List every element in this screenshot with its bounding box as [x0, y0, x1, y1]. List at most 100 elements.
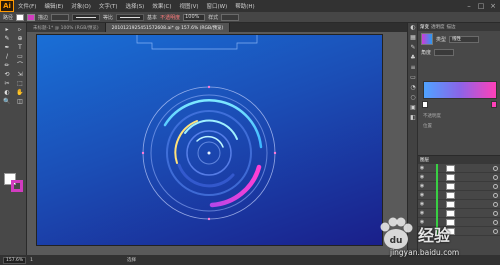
- zoom-tool-icon[interactable]: 🔍: [1, 98, 13, 106]
- gradient-thumbnail[interactable]: [421, 33, 433, 45]
- line-tool-icon[interactable]: /: [1, 53, 13, 61]
- close-icon[interactable]: ×: [488, 1, 498, 11]
- menu-file[interactable]: 文件(F): [14, 2, 40, 10]
- target-icon[interactable]: [493, 183, 498, 189]
- target-icon[interactable]: [493, 165, 498, 171]
- magic-wand-tool-icon[interactable]: ✎: [1, 35, 13, 43]
- canvas-workspace[interactable]: [27, 32, 407, 255]
- menu-select[interactable]: 选择(S): [122, 2, 149, 10]
- brushes-panel-icon[interactable]: ✎: [408, 43, 418, 53]
- tab-document-2[interactable]: 2010121925451572608.ai* @ 157.6% (RGB/预览…: [105, 23, 231, 32]
- blob-brush-tool-icon[interactable]: ⌒: [14, 62, 26, 70]
- tool-grid: ▸ ▹ ✎ ⊕ ✒ T / ▭ ✏ ⌒ ⟲ ⇲ ✂ ⬚ ◐ ✋ 🔍 ◫: [0, 23, 26, 109]
- target-icon[interactable]: [493, 192, 498, 198]
- rotate-tool-icon[interactable]: ⟲: [1, 71, 13, 79]
- fill-stroke-control[interactable]: [4, 173, 24, 193]
- gradient-tool-icon[interactable]: ◐: [1, 89, 13, 97]
- scale-tool-icon[interactable]: ⇲: [14, 71, 26, 79]
- layer-row[interactable]: ◉: [418, 172, 500, 182]
- watermark-url: jingyan.baidu.com: [390, 248, 460, 257]
- menu-effect[interactable]: 效果(C): [148, 2, 175, 10]
- gradient-panel-tabs: 渐变 透明度 描边: [418, 23, 500, 31]
- color-panel-icon[interactable]: ◐: [408, 23, 418, 33]
- eye-icon[interactable]: ◉: [418, 201, 426, 207]
- gradient-panel-icon[interactable]: ▭: [408, 73, 418, 83]
- pen-tool-icon[interactable]: ✒: [1, 44, 13, 52]
- menu-edit[interactable]: 编辑(E): [40, 2, 67, 10]
- selection-tool-icon[interactable]: ▸: [1, 26, 13, 34]
- graphic-styles-panel-icon[interactable]: ▣: [408, 103, 418, 113]
- type-tool-icon[interactable]: T: [14, 44, 26, 52]
- hand-tool-icon[interactable]: ✋: [14, 89, 26, 97]
- anchor-point[interactable]: [141, 151, 145, 155]
- maximize-icon[interactable]: □: [476, 1, 486, 11]
- target-icon[interactable]: [493, 201, 498, 207]
- gradient-angle-input[interactable]: [434, 49, 455, 56]
- rectangle-tool-icon[interactable]: ▭: [14, 53, 26, 61]
- swatches-panel-icon[interactable]: ▦: [408, 33, 418, 43]
- symbol-tool-icon[interactable]: ◫: [14, 98, 26, 106]
- artboard[interactable]: [37, 35, 382, 245]
- tab-document-1[interactable]: 未标题-1* @ 100% (RGB/预览): [27, 23, 106, 32]
- document-tab-bar: 未标题-1* @ 100% (RGB/预览) 20101219254515726…: [27, 23, 407, 32]
- center-dot[interactable]: [207, 151, 211, 155]
- gradient-stop-end[interactable]: [491, 101, 497, 108]
- guide-shape: [136, 35, 258, 50]
- symbols-panel-icon[interactable]: ♣: [408, 53, 418, 63]
- scissors-tool-icon[interactable]: ✂: [1, 80, 13, 88]
- opacity-input[interactable]: 100%: [183, 13, 206, 21]
- layer-row[interactable]: ◉: [418, 181, 500, 191]
- yellow-arc[interactable]: [174, 120, 198, 164]
- svg-text:du: du: [390, 236, 403, 246]
- tab-gradient[interactable]: 渐变: [420, 24, 429, 30]
- anchor-point[interactable]: [207, 85, 211, 89]
- menu-view[interactable]: 视图(V): [175, 2, 202, 10]
- tab-stroke[interactable]: 描边: [447, 24, 456, 30]
- stroke-swatch[interactable]: [27, 13, 36, 21]
- control-bar: 路径 描边 等比 基本 不透明度 100% 样式: [0, 12, 500, 23]
- gradient-type-row: 类型 线性: [418, 31, 500, 47]
- appearance-panel-icon[interactable]: ○: [408, 93, 418, 103]
- tab-layers[interactable]: 图层: [420, 157, 429, 163]
- gradient-slider[interactable]: [423, 81, 497, 99]
- page-number[interactable]: 1: [30, 258, 33, 263]
- pencil-tool-icon[interactable]: ✏: [1, 62, 13, 70]
- minimize-icon[interactable]: –: [464, 1, 474, 11]
- layer-thumbnail: [446, 191, 455, 199]
- menu-object[interactable]: 对象(O): [67, 2, 95, 10]
- stroke-color-box[interactable]: [11, 180, 23, 192]
- eye-icon[interactable]: ◉: [418, 192, 426, 198]
- stroke-weight-select[interactable]: [51, 13, 70, 21]
- gradient-opacity-label: 不透明度: [423, 114, 441, 119]
- gradient-type-select[interactable]: 线性: [449, 35, 480, 43]
- eye-icon[interactable]: ◉: [418, 174, 426, 180]
- target-icon[interactable]: [493, 174, 498, 180]
- anchor-point[interactable]: [207, 217, 211, 221]
- transparency-panel-icon[interactable]: ◔: [408, 83, 418, 93]
- stroke-label: 描边: [38, 14, 49, 21]
- stroke-profile-preview[interactable]: [72, 13, 101, 21]
- layer-row[interactable]: ◉: [418, 190, 500, 200]
- eye-icon[interactable]: ◉: [418, 165, 426, 171]
- gradient-stop-start[interactable]: [422, 101, 428, 108]
- layer-row[interactable]: ◉: [418, 199, 500, 209]
- brush-preview[interactable]: [116, 13, 145, 21]
- fill-swatch[interactable]: [16, 13, 25, 21]
- zoom-level[interactable]: 157.6%: [3, 256, 27, 264]
- menu-help[interactable]: 帮助(H): [231, 2, 258, 10]
- layers-panel-icon[interactable]: ◧: [408, 113, 418, 123]
- style-select[interactable]: [221, 13, 240, 21]
- stroke-panel-icon[interactable]: ≡: [408, 63, 418, 73]
- direct-selection-tool-icon[interactable]: ▹: [14, 26, 26, 34]
- brush-label: 基本: [147, 14, 158, 21]
- app-logo: Ai: [0, 0, 14, 12]
- tab-transparency[interactable]: 透明度: [431, 24, 445, 30]
- artboard-tool-icon[interactable]: ⬚: [14, 80, 26, 88]
- layer-row[interactable]: ◉: [418, 163, 500, 173]
- menu-window[interactable]: 窗口(W): [203, 2, 232, 10]
- menu-type[interactable]: 文字(T): [95, 2, 122, 10]
- anchor-point[interactable]: [273, 151, 277, 155]
- lasso-tool-icon[interactable]: ⊕: [14, 35, 26, 43]
- layer-thumbnail: [446, 200, 455, 208]
- eye-icon[interactable]: ◉: [418, 183, 426, 189]
